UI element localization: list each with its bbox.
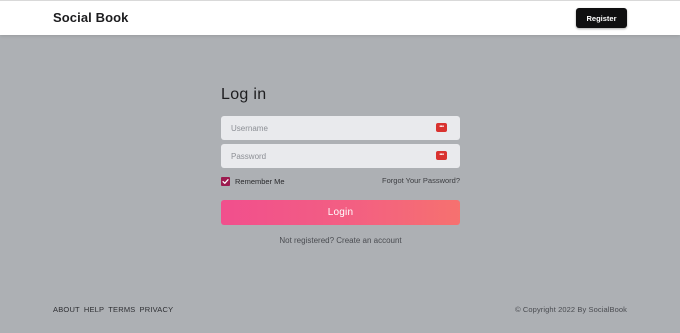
copyright-text: © Copyright 2022 By SocialBook — [515, 305, 627, 314]
register-button[interactable]: Register — [576, 8, 627, 28]
remember-me-option[interactable]: Remember Me — [221, 176, 285, 186]
remember-me-label: Remember Me — [235, 176, 285, 186]
page: Social Book Register Log in ••• ••• Reme… — [0, 0, 680, 333]
footer-link-help[interactable]: HELP — [84, 305, 104, 314]
forgot-password-link[interactable]: Forgot Your Password? — [382, 176, 460, 185]
username-input[interactable] — [221, 116, 460, 140]
username-field[interactable]: ••• — [221, 116, 460, 140]
remember-me-checkbox[interactable] — [221, 176, 230, 186]
top-navbar: Social Book Register — [0, 0, 680, 35]
password-manager-key-icon[interactable]: ••• — [436, 151, 447, 160]
password-input[interactable] — [221, 144, 460, 168]
password-field[interactable]: ••• — [221, 144, 460, 168]
brand-logo[interactable]: Social Book — [53, 10, 129, 25]
create-account-link[interactable]: Not registered? Create an account — [221, 236, 460, 245]
footer-link-terms[interactable]: TERMS — [108, 305, 135, 314]
checkmark-icon — [222, 178, 229, 184]
footer-link-privacy[interactable]: PRIVACY — [140, 305, 174, 314]
footer-link-about[interactable]: ABOUT — [53, 305, 80, 314]
footer-links: ABOUT HELP TERMS PRIVACY — [53, 305, 173, 314]
page-title: Log in — [221, 86, 267, 103]
login-button[interactable]: Login — [221, 200, 460, 225]
password-manager-key-icon[interactable]: ••• — [436, 123, 447, 132]
